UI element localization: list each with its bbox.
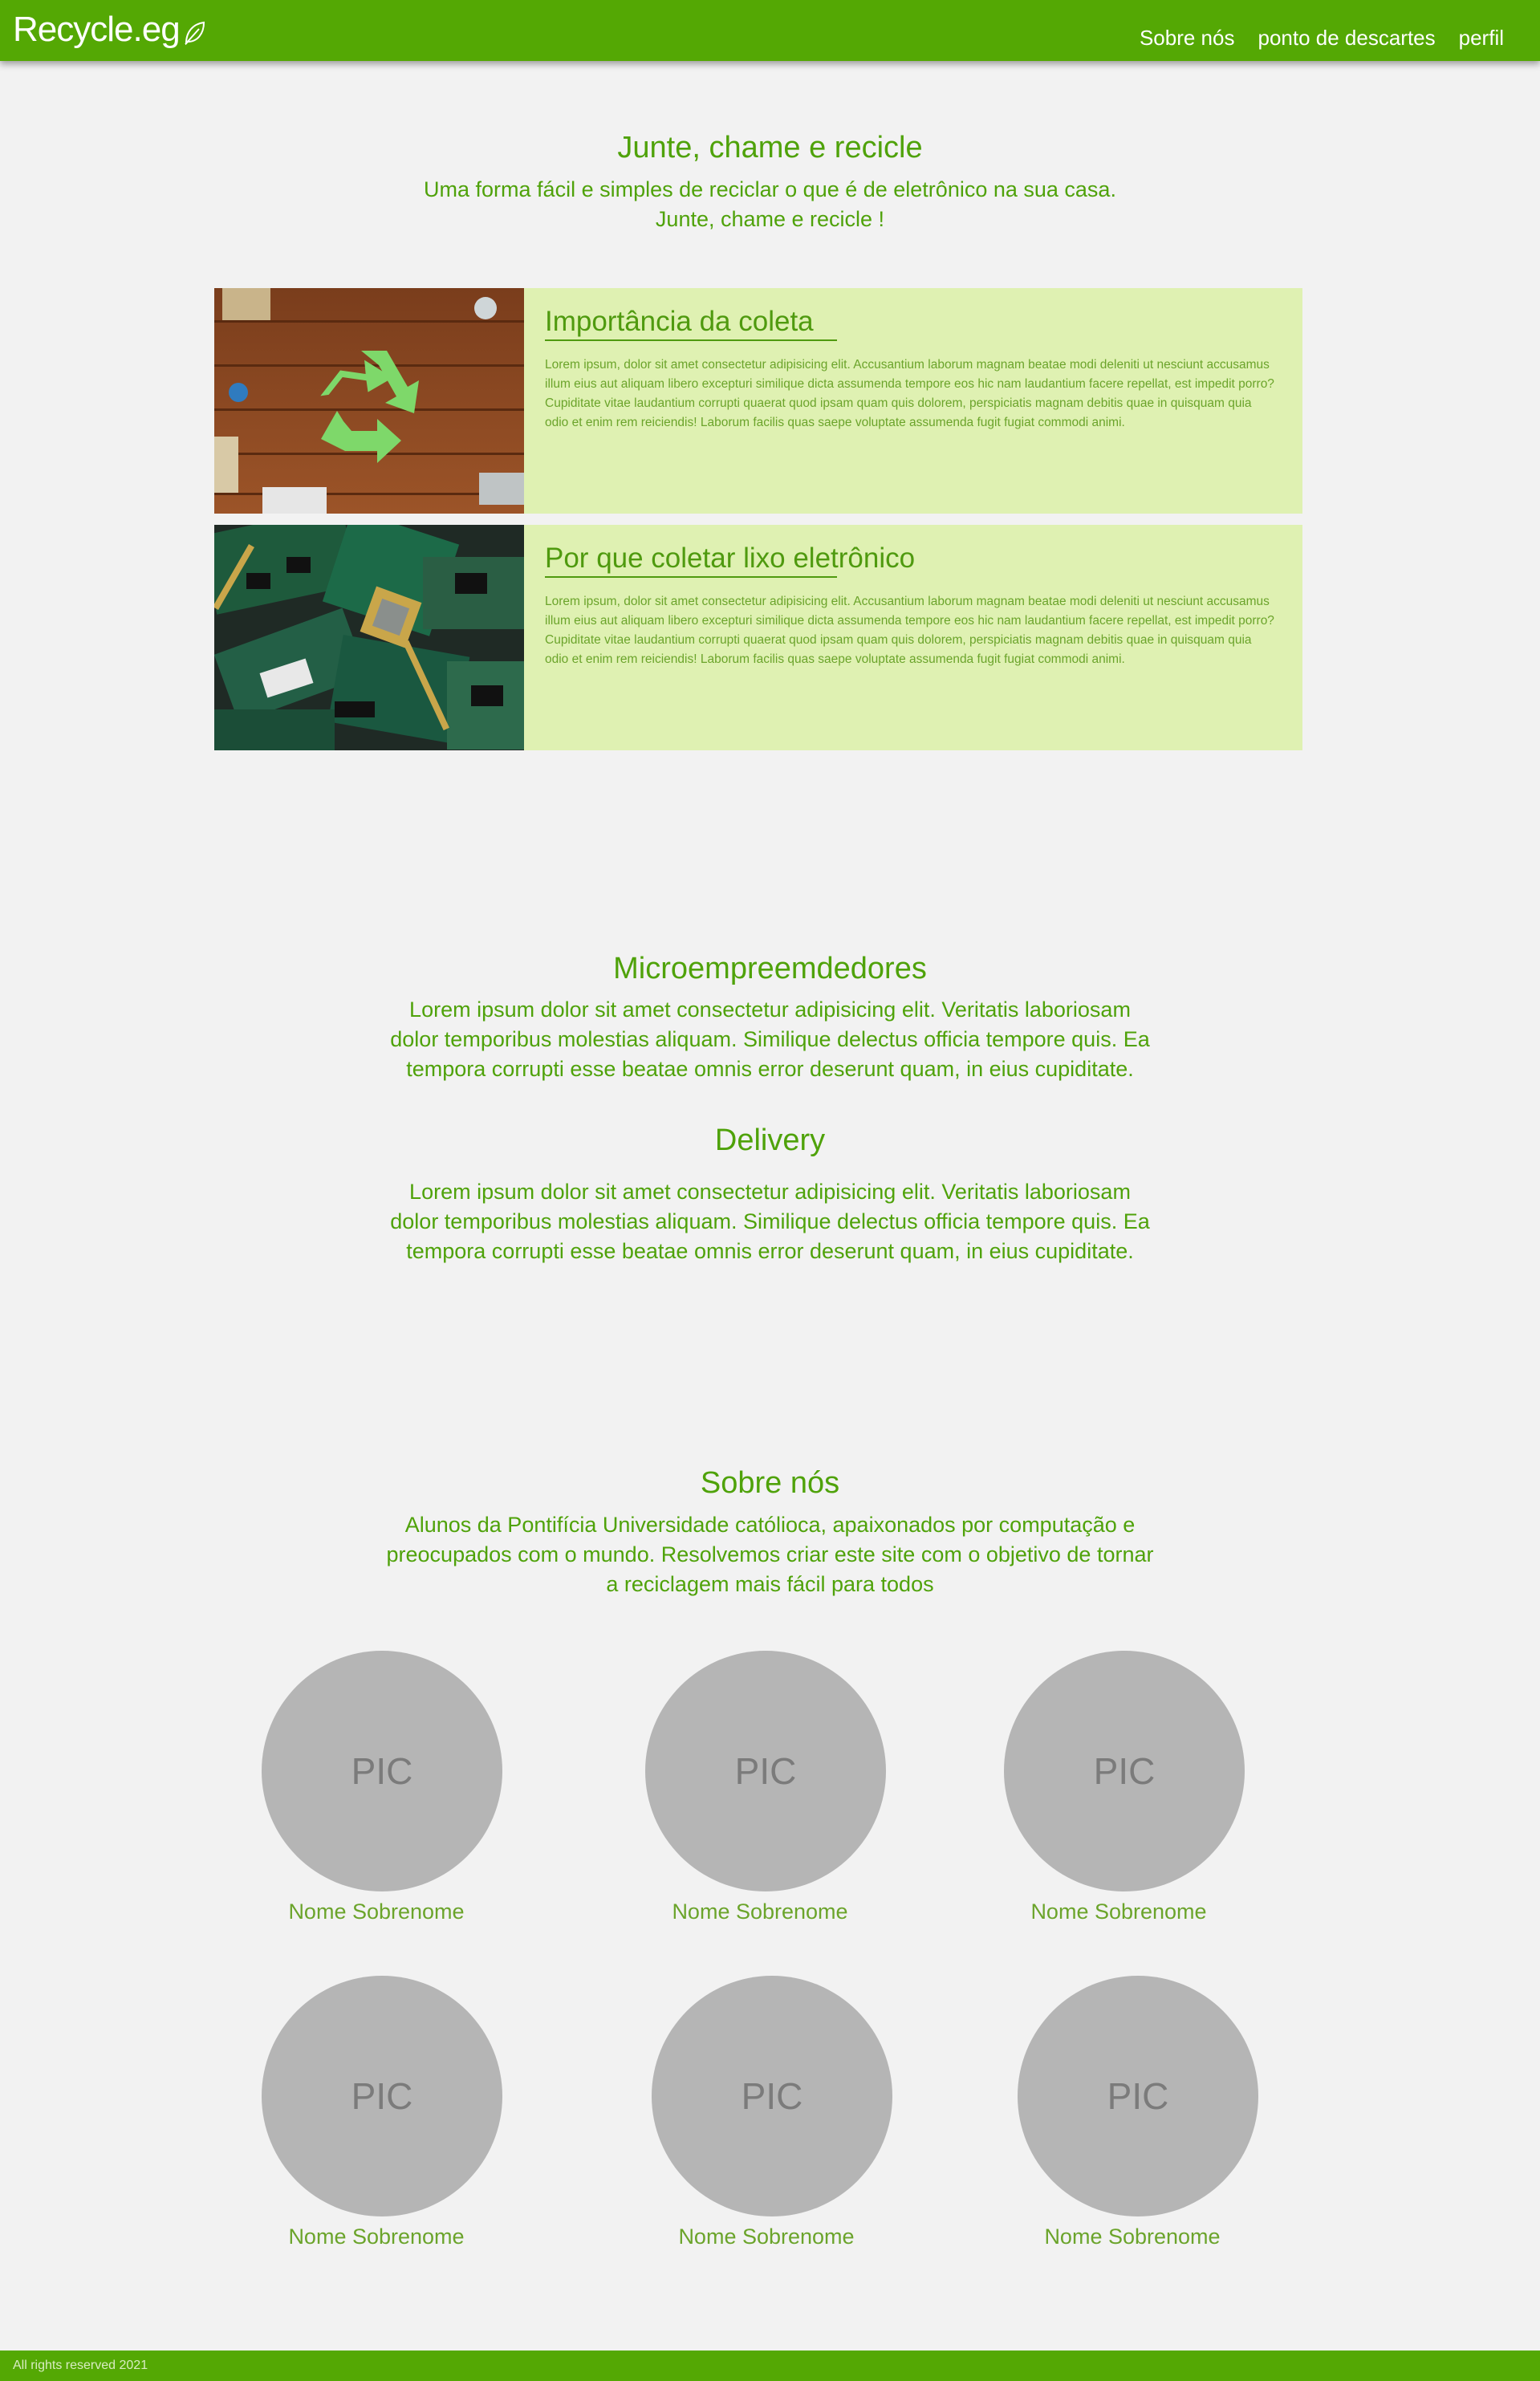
section-title-delivery: Delivery [714, 1123, 826, 1157]
section-title-micro: Microempreemdedores [613, 952, 927, 985]
text-line: Lorem ipsum dolor sit amet consectetur a… [409, 998, 1131, 1022]
team-member-photo: PIC [652, 1976, 892, 2216]
text-line: tempora corrupti esse beatae omnis error… [406, 1239, 1134, 1263]
nav-link-ponto-de-descartes[interactable]: ponto de descartes [1258, 26, 1435, 51]
leaf-icon [184, 21, 205, 45]
section-text-about: Alunos da Pontifícia Universidade católi… [0, 1510, 1540, 1599]
title-underline [545, 576, 837, 578]
team-member-photo: PIC [645, 1651, 886, 1891]
hero-title: Junte, chame e recicle [617, 131, 923, 165]
top-navbar: Recycle.eg Sobre nós ponto de descartes … [0, 0, 1540, 61]
text-line: tempora corrupti esse beatae omnis error… [406, 1057, 1134, 1081]
card-title: Por que coletar lixo eletrônico [545, 542, 916, 574]
card-text: Lorem ipsum, dolor sit amet consectetur … [545, 595, 1274, 666]
info-card-por-que-coletar: Por que coletar lixo eletrônico Lorem ip… [214, 525, 1302, 750]
section-title-about: Sobre nós [700, 1466, 840, 1500]
team-member-photo: PIC [1004, 1651, 1245, 1891]
team-member-name: Nome Sobrenome [288, 1900, 465, 1924]
nav-link-perfil[interactable]: perfil [1459, 26, 1504, 51]
text-line: Alunos da Pontifícia Universidade católi… [404, 1513, 1136, 1537]
team-member-photo: PIC [262, 1651, 502, 1891]
hero-subtitle: Uma forma fácil e simples de reciclar o … [0, 175, 1540, 234]
hero-subtitle-line-2: Junte, chame e recicle ! [655, 207, 885, 231]
text-line: a reciclagem mais fácil para todos [606, 1572, 934, 1596]
copyright-text: All rights reserved 2021 [13, 2359, 148, 2372]
team-member-name: Nome Sobrenome [678, 2225, 855, 2249]
circuit-boards-photo [214, 525, 524, 750]
team-member-photo: PIC [1018, 1976, 1258, 2216]
recycle-photo [214, 288, 524, 514]
text-line: dolor temporibus molestias aliquam. Simi… [390, 1209, 1150, 1233]
team-member-name: Nome Sobrenome [288, 2225, 465, 2249]
team-member-photo: PIC [262, 1976, 502, 2216]
card-text: Lorem ipsum, dolor sit amet consectetur … [545, 358, 1274, 429]
title-underline [545, 339, 837, 341]
text-line: dolor temporibus molestias aliquam. Simi… [390, 1027, 1150, 1051]
text-line: preocupados com o mundo. Resolvemos cria… [386, 1542, 1154, 1566]
site-logo[interactable]: Recycle.eg [13, 10, 205, 50]
team-member-name: Nome Sobrenome [1044, 2225, 1221, 2249]
main-nav: Sobre nós ponto de descartes perfil [1140, 26, 1504, 51]
hero-subtitle-line-1: Uma forma fácil e simples de reciclar o … [424, 177, 1116, 201]
nav-link-sobre-nos[interactable]: Sobre nós [1140, 26, 1235, 51]
logo-text: Recycle.eg [13, 10, 181, 49]
info-card-importancia: Importância da coleta Lorem ipsum, dolor… [214, 288, 1302, 514]
text-line: Lorem ipsum dolor sit amet consectetur a… [409, 1180, 1131, 1204]
team-member-name: Nome Sobrenome [672, 1900, 848, 1924]
team-member-name: Nome Sobrenome [1030, 1900, 1207, 1924]
footer: All rights reserved 2021 [0, 2351, 1540, 2381]
section-text-delivery: Lorem ipsum dolor sit amet consectetur a… [0, 1177, 1540, 1266]
section-text-micro: Lorem ipsum dolor sit amet consectetur a… [0, 995, 1540, 1084]
card-title: Importância da coleta [545, 306, 814, 337]
